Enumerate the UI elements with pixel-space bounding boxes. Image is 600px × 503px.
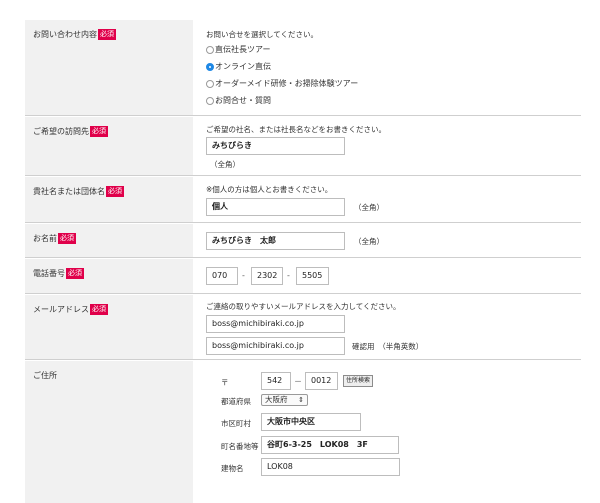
visit-instruction: ご希望の社名、または社長名などをお書きください。 <box>206 125 386 134</box>
required-badge: 必須 <box>98 29 116 40</box>
row-company: 貴社名または団体名 必須 ※個人の方は個人とお書きください。 個人 （全角） <box>25 177 581 223</box>
zip-mark: 〒 <box>221 378 229 387</box>
row-phone: 電話番号 必須 070 - 2302 - 5505 <box>25 259 581 294</box>
email-confirm-input[interactable]: boss@michibiraki.co.jp <box>206 337 345 355</box>
label-cell-inquiry: お問い合わせ内容 必須 <box>25 20 193 115</box>
field-label-name: お名前 必須 <box>33 233 76 244</box>
radio-button[interactable] <box>206 79 214 88</box>
row-name: お名前 必須 みちびらき 太郎 （全角） <box>25 224 581 258</box>
street-input[interactable]: 谷町6-3-25 LOK08 3F <box>261 436 399 454</box>
required-badge: 必須 <box>90 126 108 137</box>
inquiry-option-2[interactable]: オンライン直伝 <box>206 61 271 72</box>
radio-button-selected[interactable] <box>206 62 214 71</box>
phone-part2-input[interactable]: 2302 <box>251 267 283 285</box>
inquiry-option-label: オーダーメイド研修・お掃除体験ツアー <box>215 79 359 88</box>
label-text-company: 貴社名または団体名 <box>33 187 105 196</box>
email-input[interactable]: boss@michibiraki.co.jp <box>206 315 345 333</box>
city-label: 市区町村 <box>221 419 251 428</box>
prefecture-select[interactable]: 大阪府 ⇕ <box>261 394 308 406</box>
company-input[interactable]: 個人 <box>206 198 345 216</box>
content-inquiry: お問い合せを選択してください。 直伝社長ツアー オンライン直伝 オーダーメイド研… <box>206 20 581 115</box>
phone-part1-input[interactable]: 070 <box>206 267 238 285</box>
inquiry-instruction: お問い合せを選択してください。 <box>206 30 319 39</box>
label-text-name: お名前 <box>33 234 57 243</box>
label-cell-phone: 電話番号 必須 <box>25 259 193 293</box>
radio-button[interactable] <box>206 45 214 54</box>
phone-part3-input[interactable]: 5505 <box>296 267 329 285</box>
phone-separator: - <box>242 271 245 280</box>
zip2-input[interactable]: 0012 <box>305 372 338 390</box>
row-email: メールアドレス 必須 ご連絡の取りやすいメールアドレスを入力してください。 bos… <box>25 295 581 360</box>
label-cell-address: ご住所 <box>25 361 193 503</box>
company-hint: （全角） <box>354 203 384 212</box>
label-cell-visit: ご希望の訪問先 必須 <box>25 117 193 175</box>
email-confirm-hint: 確認用 （半角英数） <box>352 342 424 351</box>
content-phone: 070 - 2302 - 5505 <box>206 259 581 293</box>
row-inquiry: お問い合わせ内容 必須 お問い合せを選択してください。 直伝社長ツアー オンライン… <box>25 20 581 116</box>
zip1-input[interactable]: 542 <box>261 372 291 390</box>
visit-hint: （全角） <box>210 160 240 169</box>
prefecture-label: 都道府県 <box>221 397 251 406</box>
prefecture-value: 大阪府 <box>265 395 288 404</box>
field-label-company: 貴社名または団体名 必須 <box>33 186 124 197</box>
name-input[interactable]: みちびらき 太郎 <box>206 232 345 250</box>
content-visit: ご希望の社名、または社長名などをお書きください。 みちびらき （全角） <box>206 117 581 175</box>
name-hint: （全角） <box>354 237 384 246</box>
field-label-inquiry: お問い合わせ内容 必須 <box>33 29 116 40</box>
row-address: ご住所 〒 542 － 0012 住所検索 都道府県 大阪府 ⇕ 市区町村 大阪… <box>25 361 581 503</box>
email-instruction: ご連絡の取りやすいメールアドレスを入力してください。 <box>206 302 401 311</box>
label-cell-name: お名前 必須 <box>25 224 193 257</box>
label-text-inquiry: お問い合わせ内容 <box>33 30 97 39</box>
field-label-visit: ご希望の訪問先 必須 <box>33 126 108 137</box>
inquiry-option-3[interactable]: オーダーメイド研修・お掃除体験ツアー <box>206 78 358 89</box>
field-label-address: ご住所 <box>33 370 57 381</box>
visit-input[interactable]: みちびらき <box>206 137 345 155</box>
inquiry-option-label: オンライン直伝 <box>215 62 271 71</box>
label-text-email: メールアドレス <box>33 305 89 314</box>
required-badge: 必須 <box>90 304 108 315</box>
building-label: 建物名 <box>221 464 244 473</box>
label-text-phone: 電話番号 <box>33 269 65 278</box>
radio-button[interactable] <box>206 96 214 105</box>
street-label: 町名番地等 <box>221 442 259 451</box>
required-badge: 必須 <box>66 268 84 279</box>
select-arrow-icon: ⇕ <box>298 396 304 404</box>
field-label-email: メールアドレス 必須 <box>33 304 108 315</box>
zip-separator: － <box>294 377 302 386</box>
label-cell-company: 貴社名または団体名 必須 <box>25 177 193 222</box>
inquiry-option-label: 直伝社長ツアー <box>215 45 271 54</box>
company-instruction: ※個人の方は個人とお書きください。 <box>206 185 333 194</box>
address-search-button[interactable]: 住所検索 <box>343 375 374 387</box>
required-badge: 必須 <box>106 186 124 197</box>
content-company: ※個人の方は個人とお書きください。 個人 （全角） <box>206 177 581 222</box>
row-visit: ご希望の訪問先 必須 ご希望の社名、または社長名などをお書きください。 みちびらき… <box>25 117 581 176</box>
required-badge: 必須 <box>58 233 76 244</box>
label-text-address: ご住所 <box>33 371 57 380</box>
inquiry-option-label: お問合せ・質問 <box>215 96 271 105</box>
content-name: みちびらき 太郎 （全角） <box>206 224 581 257</box>
content-address: 〒 542 － 0012 住所検索 都道府県 大阪府 ⇕ 市区町村 大阪市中央区… <box>206 361 581 503</box>
inquiry-option-4[interactable]: お問合せ・質問 <box>206 95 271 106</box>
label-text-visit: ご希望の訪問先 <box>33 127 89 136</box>
inquiry-option-1[interactable]: 直伝社長ツアー <box>206 44 271 55</box>
city-input[interactable]: 大阪市中央区 <box>261 413 361 431</box>
label-cell-email: メールアドレス 必須 <box>25 295 193 359</box>
phone-separator: - <box>287 271 290 280</box>
building-input[interactable]: LOK08 <box>261 458 400 476</box>
field-label-phone: 電話番号 必須 <box>33 268 84 279</box>
content-email: ご連絡の取りやすいメールアドレスを入力してください。 boss@michibir… <box>206 295 581 359</box>
